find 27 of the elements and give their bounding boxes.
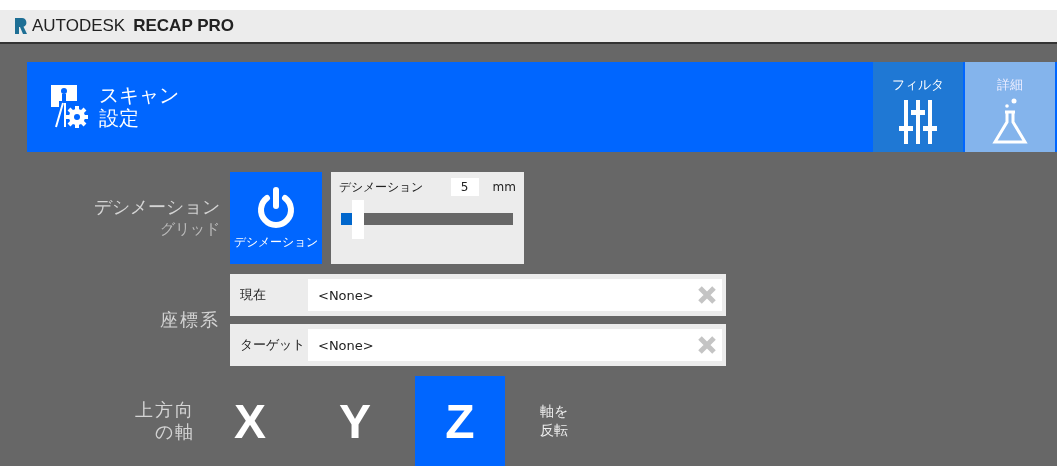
coordinate-label: 座標系 [159, 309, 220, 331]
power-toggle-button[interactable]: デシメーション [230, 172, 322, 264]
toolbar-tab[interactable]: フィルタ [873, 62, 963, 152]
page-title: スキャン 設定 [99, 84, 180, 130]
axis-button[interactable]: Z [415, 376, 505, 466]
field-label: 現在 [239, 286, 267, 304]
slider-label: デシメーション [339, 178, 424, 196]
logo-icon [14, 17, 28, 35]
field-value: <None> [318, 337, 375, 353]
brand-name: AUTODESK [32, 16, 126, 36]
product-name: RECAP PRO [133, 16, 234, 36]
power-icon [256, 185, 296, 228]
flip-axis-button[interactable]: 軸を 反転 [540, 402, 568, 440]
axis-button[interactable]: Y [310, 376, 400, 466]
coordinate-field[interactable]: 現在 <None> [230, 274, 726, 316]
up-axis-label: 上方向 の軸 [134, 399, 196, 443]
axis-button[interactable]: X [205, 376, 295, 466]
field-label: ターゲット [239, 336, 306, 354]
flask-icon [990, 98, 1030, 146]
coordinate-field[interactable]: ターゲット <None> [230, 324, 726, 366]
unit-label: mm [492, 180, 516, 194]
field-value: <None> [318, 287, 375, 303]
scanner-gear-icon [51, 85, 89, 129]
slider-thumb[interactable] [352, 200, 365, 239]
value-field[interactable]: 5 [450, 178, 479, 196]
sliders-icon [898, 98, 938, 146]
decimation-label: デシメーション グリッド [93, 196, 220, 240]
